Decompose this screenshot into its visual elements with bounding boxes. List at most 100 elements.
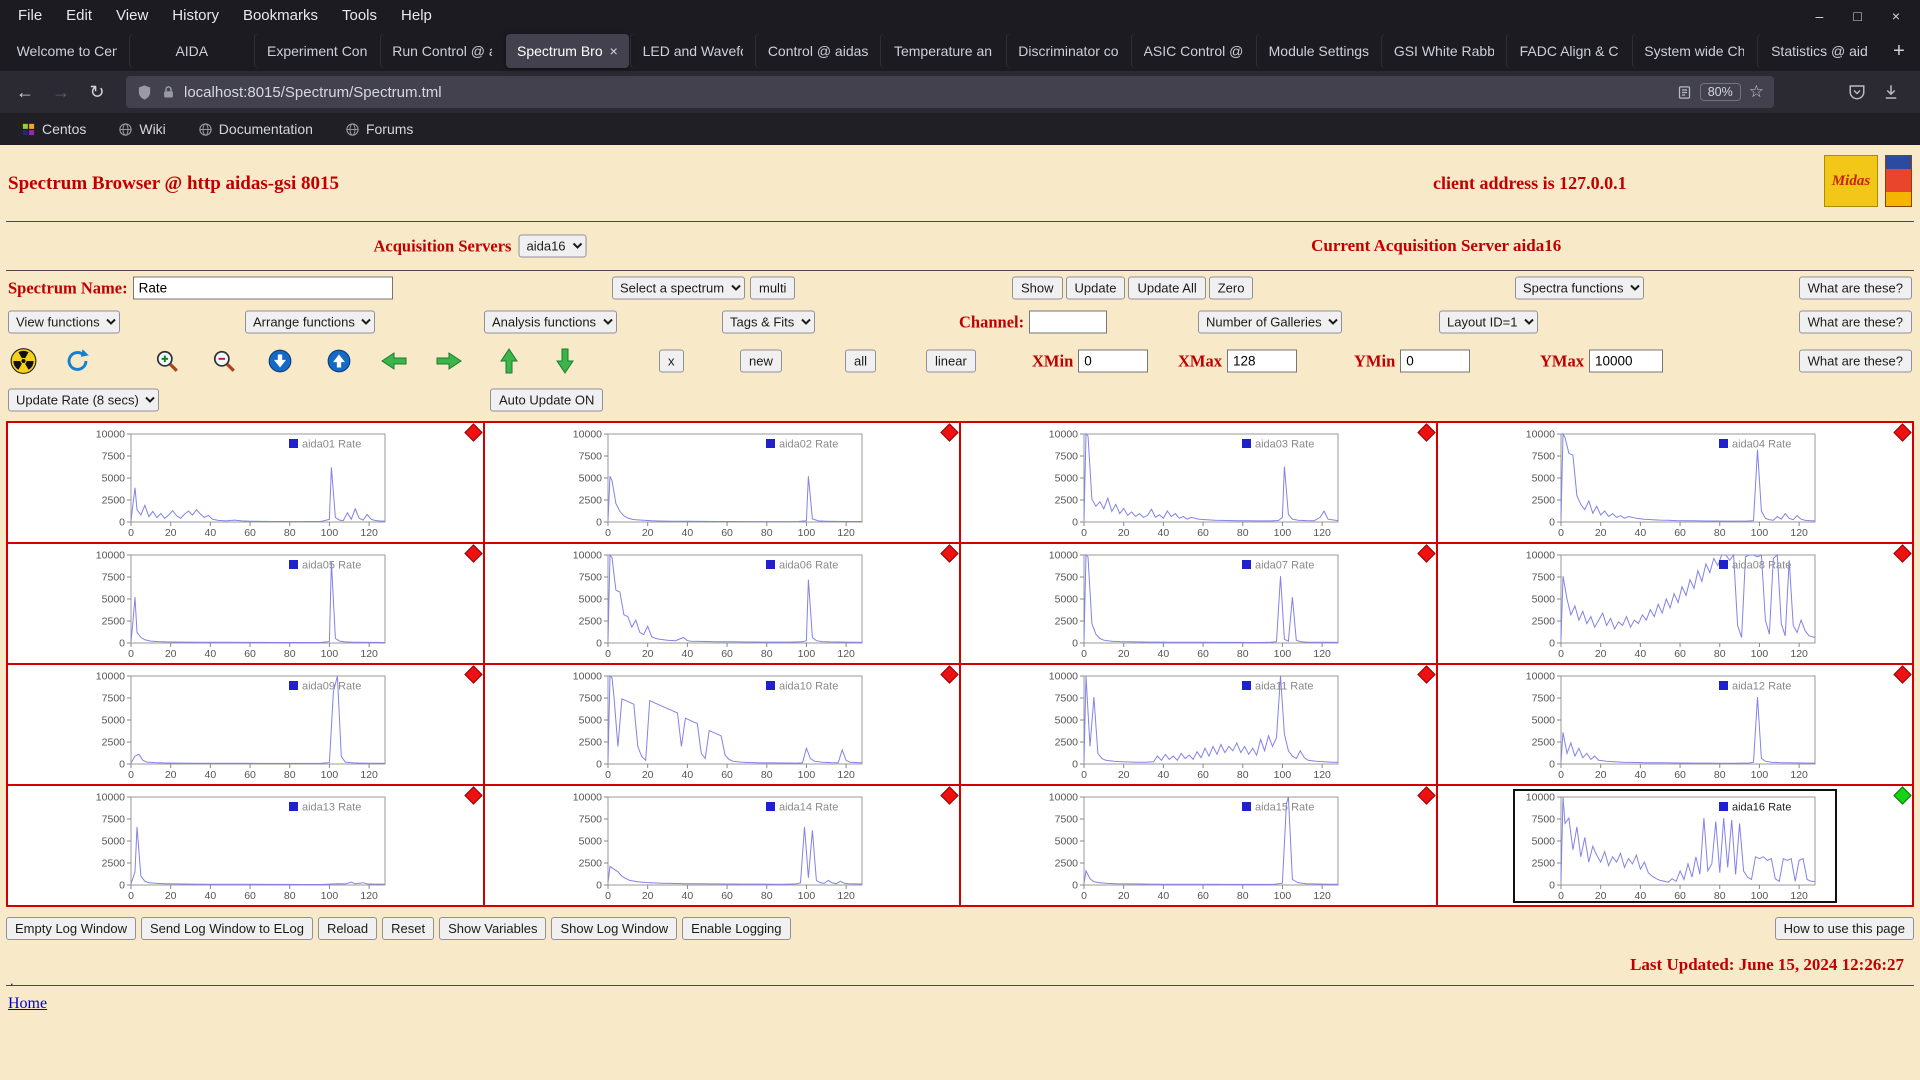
how-to-use-button[interactable]: How to use this page xyxy=(1774,917,1914,940)
tab-close-icon[interactable]: × xyxy=(610,43,618,59)
red-diamond-icon[interactable] xyxy=(1893,665,1912,684)
arrow-right-icon[interactable] xyxy=(435,349,463,373)
tab-aida[interactable]: AIDA xyxy=(130,34,253,68)
tab-led-and-wavefo[interactable]: LED and Wavefo xyxy=(631,34,754,68)
back-icon[interactable]: ← xyxy=(10,77,40,107)
view-functions-dropdown[interactable]: View functions xyxy=(8,310,120,334)
what-are-these-button-2[interactable]: What are these? xyxy=(1798,310,1912,334)
red-diamond-icon[interactable] xyxy=(1416,665,1436,684)
red-diamond-icon[interactable] xyxy=(1416,423,1436,442)
panel-aida08-rate[interactable]: 0 2500 5000 7500 10000 0 20 40 60 80 100 120 aida08 … xyxy=(1437,544,1912,663)
show-button[interactable]: Show xyxy=(1012,276,1063,300)
tab-fadc-align-c[interactable]: FADC Align & C xyxy=(1507,34,1630,68)
tab-welcome-to-cen[interactable]: Welcome to Cen xyxy=(5,34,128,68)
tab-module-settings[interactable]: Module Settings xyxy=(1257,34,1380,68)
radiation-icon[interactable] xyxy=(10,348,37,375)
update-button[interactable]: Update xyxy=(1065,276,1126,300)
bookmark-documentation[interactable]: Documentation xyxy=(189,118,322,140)
panel-aida09-rate[interactable]: 0 2500 5000 7500 10000 0 20 40 60 80 100 120 aida09 … xyxy=(8,665,483,784)
panel-aida11-rate[interactable]: 0 2500 5000 7500 10000 0 20 40 60 80 100 120 aida11 … xyxy=(961,665,1436,784)
bookmark-forums[interactable]: Forums xyxy=(336,118,422,140)
red-diamond-icon[interactable] xyxy=(1416,786,1436,805)
red-diamond-icon[interactable] xyxy=(1893,423,1912,442)
home-link[interactable]: Home xyxy=(8,995,47,1013)
layout-id-dropdown[interactable]: Layout ID=1 xyxy=(1439,310,1538,334)
green-diamond-icon[interactable] xyxy=(1893,786,1912,805)
close-icon[interactable]: × xyxy=(1892,8,1900,24)
panel-aida05-rate[interactable]: 0 2500 5000 7500 10000 0 20 40 60 80 100 120 aida05 … xyxy=(8,544,483,663)
pocket-icon[interactable] xyxy=(1848,83,1866,101)
tab-experiment-cont[interactable]: Experiment Cont xyxy=(255,34,378,68)
panel-aida04-rate[interactable]: 0 2500 5000 7500 10000 0 20 40 60 80 100 120 aida04 … xyxy=(1437,423,1912,542)
menu-help[interactable]: Help xyxy=(389,7,444,24)
x-button[interactable]: x xyxy=(659,349,684,373)
tracking-protection-icon[interactable] xyxy=(136,84,153,101)
acquisition-server-dropdown[interactable]: aida16 xyxy=(518,234,587,258)
bookmark-wiki[interactable]: Wiki xyxy=(109,118,174,140)
multi-button[interactable]: multi xyxy=(750,276,796,300)
zero-button[interactable]: Zero xyxy=(1208,276,1254,300)
move-up-icon[interactable] xyxy=(326,348,352,374)
what-are-these-button-3[interactable]: What are these? xyxy=(1798,349,1912,373)
maximize-icon[interactable]: □ xyxy=(1853,8,1861,24)
refresh-icon[interactable] xyxy=(64,348,91,375)
menu-tools[interactable]: Tools xyxy=(330,7,389,24)
tab-spectrum-bro[interactable]: Spectrum Bro × xyxy=(505,34,630,68)
url-text[interactable]: localhost:8015/Spectrum/Spectrum.tml xyxy=(184,84,1669,101)
red-diamond-icon[interactable] xyxy=(1893,544,1912,563)
reset-button[interactable]: Reset xyxy=(382,917,435,940)
panel-aida16-rate[interactable]: 0 2500 5000 7500 10000 0 20 40 60 80 100 120 aida16 … xyxy=(1437,786,1912,905)
ymin-input[interactable] xyxy=(1400,349,1471,373)
panel-aida12-rate[interactable]: 0 2500 5000 7500 10000 0 20 40 60 80 100 120 aida12 … xyxy=(1437,665,1912,784)
panel-aida14-rate[interactable]: 0 2500 5000 7500 10000 0 20 40 60 80 100 120 aida14 … xyxy=(484,786,959,905)
red-diamond-icon[interactable] xyxy=(940,423,959,442)
arrow-up-icon[interactable] xyxy=(497,347,521,375)
xmax-input[interactable] xyxy=(1227,349,1297,373)
send-log-window-to-elog-button[interactable]: Send Log Window to ELog xyxy=(141,917,313,940)
bookmark-centos[interactable]: Centos xyxy=(12,118,95,140)
arrow-down-icon[interactable] xyxy=(553,347,577,375)
reload-icon[interactable]: ↻ xyxy=(82,77,112,107)
menu-edit[interactable]: Edit xyxy=(54,7,104,24)
red-diamond-icon[interactable] xyxy=(940,665,959,684)
arrow-left-icon[interactable] xyxy=(380,349,408,373)
tab-temperature-an[interactable]: Temperature an xyxy=(881,34,1004,68)
bookmark-star-icon[interactable]: ☆ xyxy=(1749,82,1764,102)
auto-update-button[interactable]: Auto Update ON xyxy=(490,388,604,412)
zoom-out-icon[interactable] xyxy=(211,348,237,374)
empty-log-window-button[interactable]: Empty Log Window xyxy=(6,917,136,940)
new-tab-button[interactable]: + xyxy=(1882,34,1916,68)
spectrum-name-input[interactable] xyxy=(132,276,393,300)
panel-aida06-rate[interactable]: 0 2500 5000 7500 10000 0 20 40 60 80 100 120 aida06 … xyxy=(484,544,959,663)
red-diamond-icon[interactable] xyxy=(940,544,959,563)
panel-aida07-rate[interactable]: 0 2500 5000 7500 10000 0 20 40 60 80 100 120 aida07 … xyxy=(961,544,1436,663)
red-diamond-icon[interactable] xyxy=(463,665,483,684)
linear-button[interactable]: linear xyxy=(926,349,976,373)
red-diamond-icon[interactable] xyxy=(1416,544,1436,563)
xmin-input[interactable] xyxy=(1078,349,1149,373)
panel-aida13-rate[interactable]: 0 2500 5000 7500 10000 0 20 40 60 80 100 120 aida13 … xyxy=(8,786,483,905)
what-are-these-button-1[interactable]: What are these? xyxy=(1798,276,1912,300)
url-bar[interactable]: localhost:8015/Spectrum/Spectrum.tml 80%… xyxy=(126,76,1774,108)
show-log-window-button[interactable]: Show Log Window xyxy=(551,917,678,940)
menu-bookmarks[interactable]: Bookmarks xyxy=(231,7,330,24)
panel-aida10-rate[interactable]: 0 2500 5000 7500 10000 0 20 40 60 80 100 120 aida10 … xyxy=(484,665,959,784)
red-diamond-icon[interactable] xyxy=(940,786,959,805)
reader-mode-icon[interactable] xyxy=(1677,85,1692,100)
forward-icon[interactable]: → xyxy=(46,77,76,107)
tab-run-control-a[interactable]: Run Control @ a xyxy=(381,34,504,68)
site-info-icon[interactable] xyxy=(161,85,176,100)
ymax-input[interactable] xyxy=(1589,349,1663,373)
update-all-button[interactable]: Update All xyxy=(1128,276,1206,300)
panel-aida15-rate[interactable]: 0 2500 5000 7500 10000 0 20 40 60 80 100 120 aida15 … xyxy=(961,786,1436,905)
all-button[interactable]: all xyxy=(845,349,877,373)
tab-gsi-white-rabb[interactable]: GSI White Rabb xyxy=(1382,34,1505,68)
red-diamond-icon[interactable] xyxy=(463,786,483,805)
update-rate-dropdown[interactable]: Update Rate (8 secs) xyxy=(8,388,159,412)
panel-aida02-rate[interactable]: 0 2500 5000 7500 10000 0 20 40 60 80 100 120 aida02 … xyxy=(484,423,959,542)
menu-view[interactable]: View xyxy=(104,7,160,24)
tab-system-wide-ch[interactable]: System wide Ch xyxy=(1633,34,1756,68)
enable-logging-button[interactable]: Enable Logging xyxy=(682,917,791,940)
reload-button[interactable]: Reload xyxy=(317,917,378,940)
zoom-in-icon[interactable] xyxy=(154,348,180,374)
